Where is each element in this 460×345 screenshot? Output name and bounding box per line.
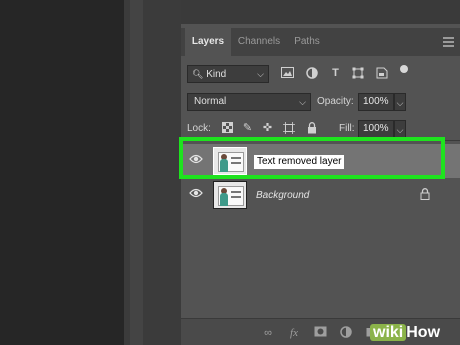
- lock-transparent-icon[interactable]: [221, 122, 234, 135]
- panel-tabs: Layers Channels Paths: [181, 28, 460, 56]
- lock-pixels-icon[interactable]: ✎: [241, 122, 254, 135]
- shape-filter-icon[interactable]: [351, 67, 364, 80]
- lock-label: Lock:: [187, 123, 211, 134]
- opacity-input[interactable]: 100%: [358, 93, 394, 111]
- opacity-chevron-icon[interactable]: ⌵: [394, 93, 406, 111]
- adjustment-icon[interactable]: [339, 326, 353, 340]
- filter-toggle[interactable]: [400, 65, 408, 73]
- eye-icon[interactable]: [189, 188, 203, 202]
- blend-mode-select[interactable]: Normal ⌵: [187, 93, 311, 111]
- panel-menu-icon[interactable]: [443, 37, 454, 47]
- canvas-area: [0, 0, 124, 345]
- lock-all-icon[interactable]: [305, 122, 318, 135]
- lock-icon: [420, 188, 430, 203]
- filter-kind-label: Kind: [206, 69, 227, 80]
- mask-icon[interactable]: [313, 326, 327, 340]
- tab-channels[interactable]: Channels: [233, 28, 285, 56]
- layer-name: Background: [256, 190, 310, 201]
- highlight-box: [179, 137, 445, 179]
- chevron-down-icon: ⌵: [257, 69, 264, 79]
- type-filter-icon[interactable]: T: [329, 67, 342, 80]
- adjustment-filter-icon[interactable]: [305, 67, 318, 80]
- layer-thumbnail: [213, 181, 247, 209]
- tab-paths[interactable]: Paths: [287, 28, 327, 56]
- link-icon[interactable]: ∞: [261, 326, 275, 340]
- tab-layers[interactable]: Layers: [185, 28, 231, 56]
- panel-topbar: [181, 0, 460, 24]
- smart-object-filter-icon[interactable]: [375, 67, 388, 80]
- chevron-down-icon: ⌵: [299, 97, 306, 107]
- image-filter-icon[interactable]: [281, 67, 294, 80]
- blend-mode-value: Normal: [194, 96, 227, 107]
- fx-icon[interactable]: fx: [287, 326, 301, 340]
- lock-position-icon[interactable]: ✜: [261, 122, 274, 135]
- filter-kind-select[interactable]: 🔍︎ Kind ⌵: [187, 65, 269, 83]
- layer-row-background[interactable]: Background: [181, 178, 460, 212]
- fill-chevron-icon[interactable]: ⌵: [394, 120, 406, 138]
- lock-artboard-icon[interactable]: [282, 122, 295, 135]
- photoshop-window: Layers Channels Paths 🔍︎ Kind ⌵ T Normal…: [0, 0, 460, 345]
- layer-filter-row: 🔍︎ Kind ⌵ T: [181, 62, 460, 86]
- opacity-label: Opacity:: [317, 96, 354, 107]
- fill-label: Fill:: [339, 123, 355, 134]
- wikihow-watermark: wiki How: [370, 320, 460, 345]
- panel-collapse-strip[interactable]: [130, 0, 143, 345]
- blend-row: Normal ⌵ Opacity: 100% ⌵: [181, 91, 460, 113]
- fill-input[interactable]: 100%: [358, 120, 394, 138]
- search-icon: 🔍︎: [192, 69, 204, 79]
